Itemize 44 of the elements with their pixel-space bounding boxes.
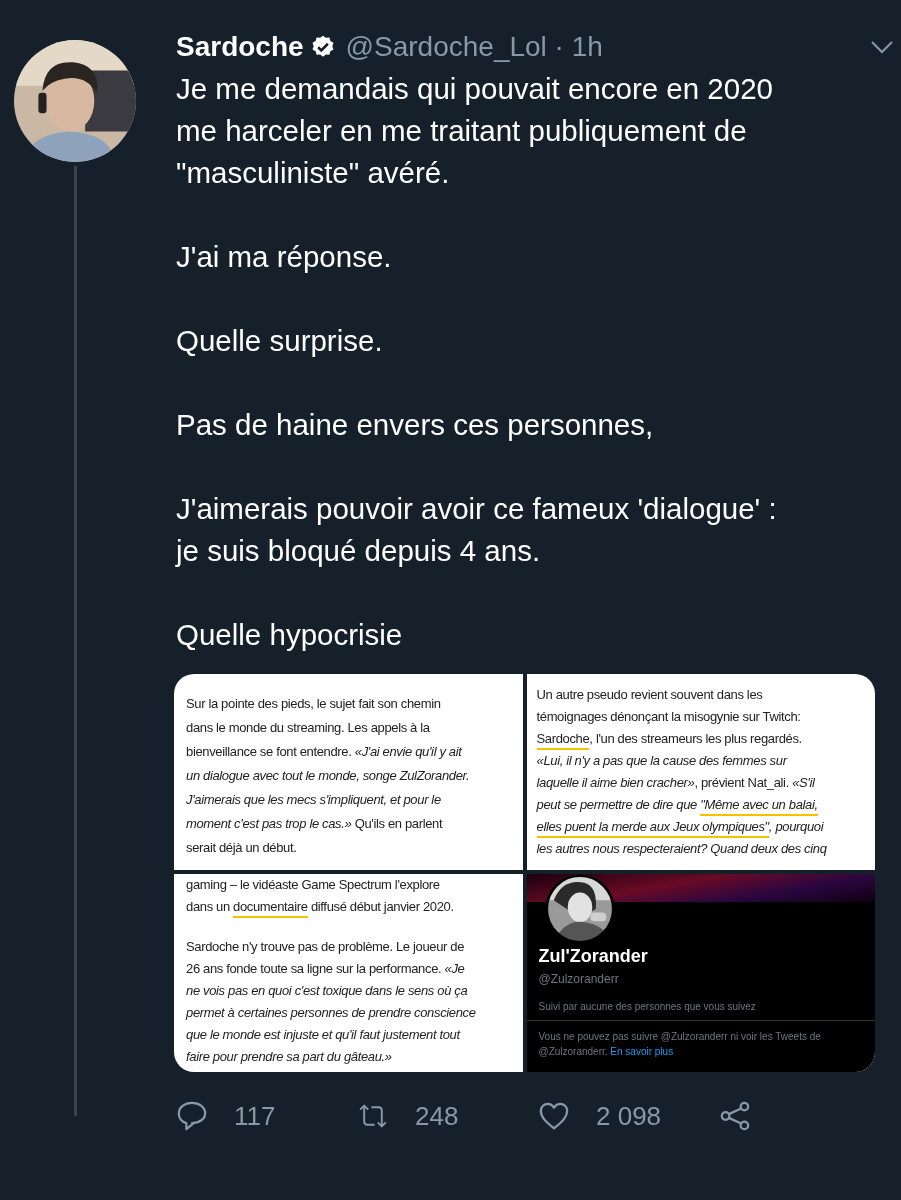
article-line: Sur la pointe des pieds, le sujet fait son chemin: [186, 695, 442, 713]
reply-icon[interactable]: [176, 1100, 208, 1132]
tweet-paragraph: Je me demandais qui pouvait encore en 2020 me harceler en me traitant publiquement de "masculiniste" avéré.: [176, 71, 774, 191]
tweet-paragraph: Pas de haine envers ces personnes,: [176, 407, 655, 443]
followed-by-text: Suivi par aucune des personnes que vous suivez: [526, 1001, 875, 1021]
article-line: un dialogue avec tout le monde, songe ZulZorander.: [186, 767, 471, 785]
article-line: permet à certaines personnes de prendre conscience: [186, 1004, 477, 1022]
article-line: bienveillance se font entendre. «J'ai envie qu'il y ait: [186, 743, 464, 761]
article-line: «Lui, il n'y a pas que la cause des femmes sur: [536, 752, 789, 770]
profile-name: Zul'Zorander: [538, 946, 649, 967]
article-line: Un autre pseudo revient souvent dans les: [536, 686, 764, 704]
article-line: dans le monde du streaming. Les appels à la: [186, 719, 431, 737]
article-line: que le monde est injuste et qu'il faut justement tout: [186, 1026, 462, 1044]
article-line: J'aimerais que les mecs s'impliquent, et pour le: [186, 791, 442, 809]
article-line: dans un documentaire diffusé début janvier 2020.: [186, 896, 515, 918]
article-line: témoignages dénonçant la misogynie sur Twitch:: [536, 708, 802, 726]
profile-screenshot[interactable]: Zul'Zorander @Zulzoranderr Suivi par aucune des personnes que vous suivez Vous ne pouvez pas suivre @Zulzoranderr ni voir les Tweets de @Zulzoranderr. En savoir plus: [526, 874, 875, 1072]
article-line: moment c'est pas trop le cas.» Qu'ils en parlent: [186, 815, 444, 833]
article-line: les autres nous respecteraient? Quand deux des cinq: [536, 840, 828, 858]
article-line: serait déjà un début.: [186, 839, 298, 857]
article-line: gaming – le vidéaste Game Spectrum l'explore: [186, 876, 441, 894]
article-line: faire pour prendre sa part du gâteau.»: [186, 1048, 393, 1066]
tweet-paragraph: J'aimerais pouvoir avoir ce fameux 'dialogue' : je suis bloqué depuis 4 ans.: [176, 491, 778, 569]
chevron-down-icon[interactable]: [870, 40, 894, 54]
article-line: 26 ans fonde toute sa ligne sur la performance. «Je: [186, 960, 466, 978]
article-line: elles puent la merde aux Jeux olympiques", pourquoi: [536, 816, 867, 838]
article-line: peut se permettre de dire que "Même avec un balai,: [536, 794, 867, 816]
action-count: 248: [415, 1100, 459, 1132]
article-line: laquelle il aime bien cracher», prévient Nat_ali. «S'il: [536, 774, 816, 792]
action-count: 117: [234, 1100, 276, 1132]
tweet-paragraph: Quelle surprise.: [176, 323, 384, 359]
article-line: ne vois pas en quoi c'est toxique dans le sens où ça: [186, 982, 469, 1000]
author-name[interactable]: Sardoche: [176, 31, 304, 63]
tweet-paragraph: J'ai ma réponse.: [176, 239, 393, 275]
blocked-notice: Vous ne pouvez pas suivre @Zulzoranderr ni voir les Tweets de @Zulzoranderr. En savoir plus: [538, 1030, 822, 1059]
handle-and-time: @Sardoche_Lol · 1h: [345, 31, 603, 63]
heart-icon[interactable]: [538, 1100, 570, 1132]
article-line: Sardoche n'y trouve pas de problème. Le joueur de: [186, 938, 466, 956]
profile-handle: @Zulzoranderr: [538, 972, 620, 986]
tweet-paragraph: Quelle hypocrisie: [176, 617, 404, 653]
share-icon[interactable]: [719, 1100, 751, 1132]
article-line: Sardoche, l'un des streameurs les plus regardés.: [536, 728, 867, 750]
action-count: 2 098: [596, 1100, 662, 1132]
learn-more-link[interactable]: En savoir plus: [610, 1046, 674, 1057]
